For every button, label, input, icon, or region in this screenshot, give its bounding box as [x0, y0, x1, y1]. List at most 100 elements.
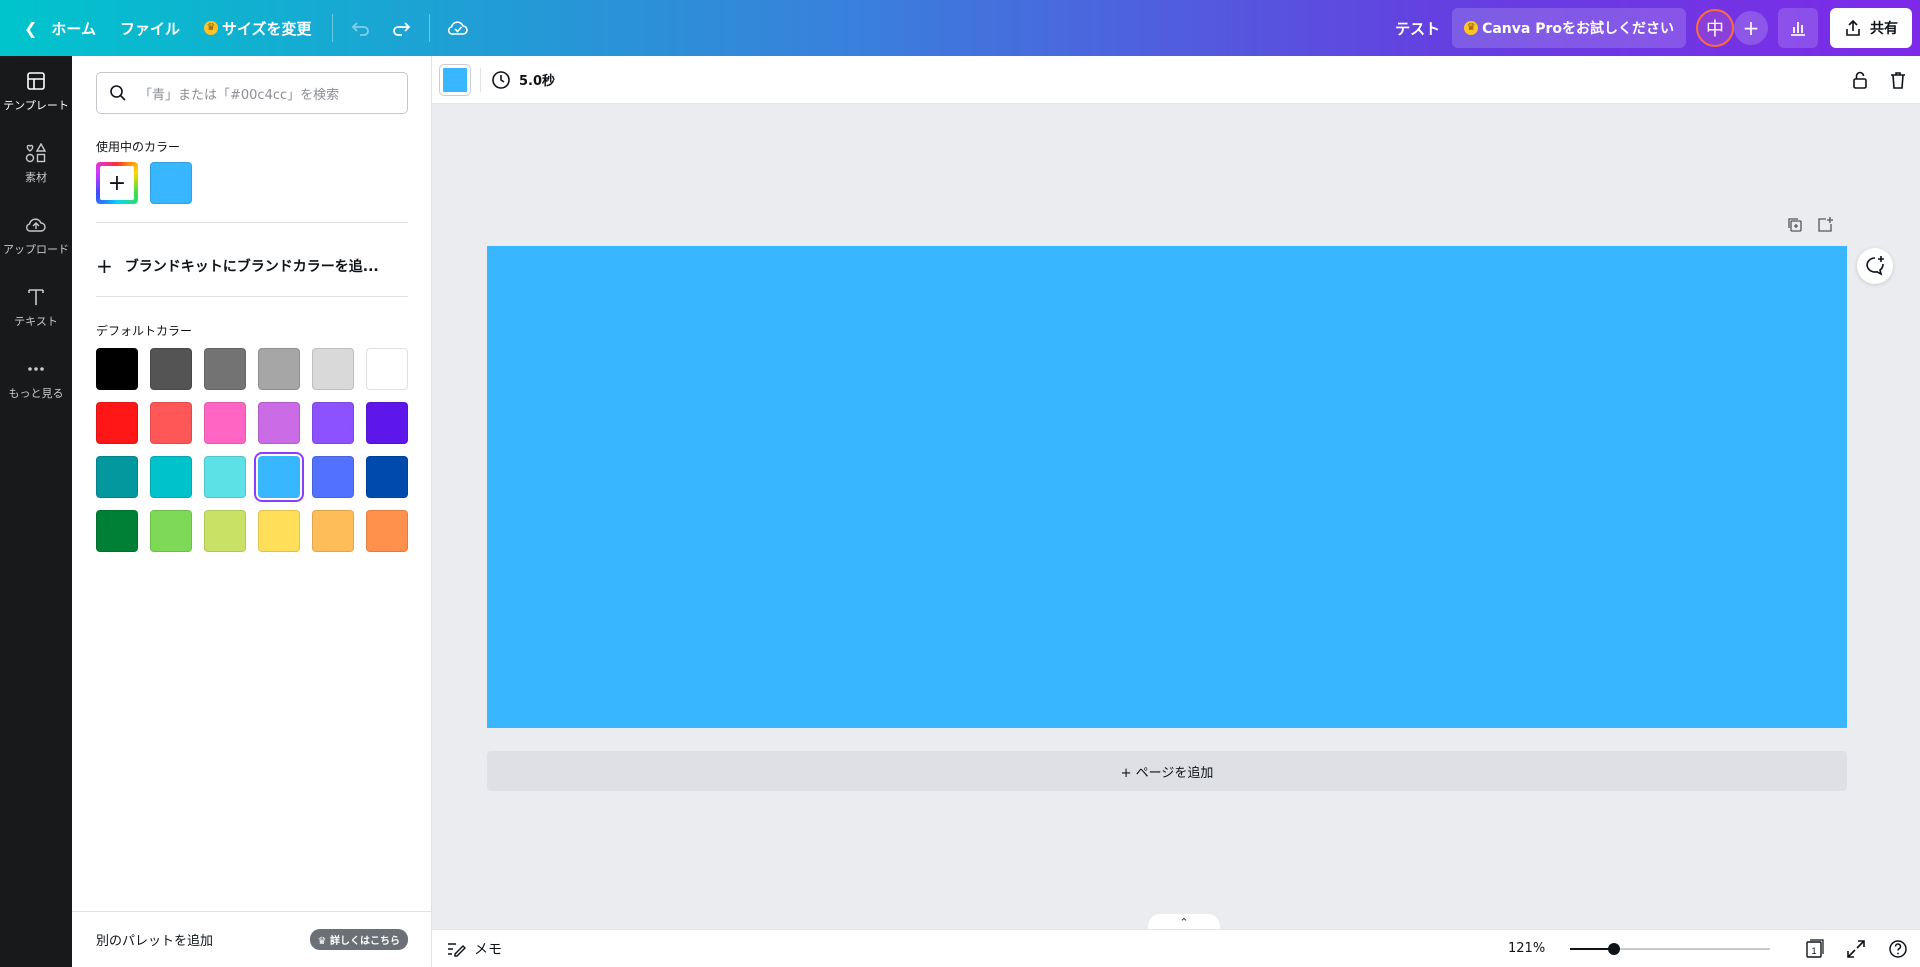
home-button[interactable]: ❮ ホーム [12, 8, 108, 48]
add-color-button[interactable]: + [96, 162, 138, 204]
template-icon [27, 72, 45, 90]
add-page-label: + ページを追加 [1120, 765, 1214, 781]
help-icon [1889, 940, 1907, 958]
color-swatch[interactable] [150, 348, 192, 390]
color-swatch[interactable] [366, 456, 408, 498]
duration-button[interactable]: 5.0秒 [491, 70, 555, 90]
comment-button[interactable] [1857, 248, 1893, 284]
rail-label: テキスト [14, 315, 58, 328]
file-menu-button[interactable]: ファイル [108, 8, 192, 48]
zoom-slider-handle[interactable] [1608, 943, 1620, 955]
expand-pages-button[interactable]: ⌃ [1148, 914, 1220, 930]
project-name-button[interactable]: テスト [1383, 8, 1452, 48]
invite-button[interactable]: + [1734, 11, 1768, 45]
zoom-level[interactable]: 121% [1508, 941, 1545, 956]
in-use-swatch[interactable] [150, 162, 192, 204]
resize-button[interactable]: ♛ サイズを変更 [192, 8, 324, 48]
rail-item-templates[interactable]: テンプレート [0, 56, 72, 128]
redo-button[interactable] [381, 8, 421, 48]
color-swatch[interactable] [150, 510, 192, 552]
duration-label: 5.0秒 [519, 74, 556, 89]
color-swatch[interactable] [204, 456, 246, 498]
color-swatch[interactable] [258, 456, 300, 498]
rail-item-text[interactable]: テキスト [0, 272, 72, 344]
color-swatch[interactable] [96, 510, 138, 552]
more-icon [28, 367, 44, 371]
fullscreen-button[interactable] [1842, 934, 1870, 964]
brandkit-label: ブランドキットにブランドカラーを追... [124, 259, 379, 275]
top-bar: ❮ ホーム ファイル ♛ サイズを変更 テスト ♛ Canva Proをお試しく… [0, 0, 1920, 56]
color-swatch[interactable] [366, 402, 408, 444]
color-swatch[interactable] [96, 456, 138, 498]
add-brand-colors-button[interactable]: + ブランドキットにブランドカラーを追... [96, 246, 379, 286]
rail-item-uploads[interactable]: アップロード [0, 200, 72, 272]
resize-label: サイズを変更 [221, 19, 312, 38]
plus-icon: + [1742, 16, 1760, 40]
color-swatch[interactable] [150, 456, 192, 498]
add-page-icon-button[interactable] [1816, 216, 1834, 238]
plus-icon: + [100, 166, 134, 200]
current-color-button[interactable] [440, 64, 470, 95]
divider [96, 296, 408, 297]
delete-button[interactable] [1884, 64, 1912, 96]
color-swatch[interactable] [204, 510, 246, 552]
divider [480, 67, 481, 92]
zoom-slider[interactable] [1570, 943, 1770, 955]
rail-item-elements[interactable]: 素材 [0, 128, 72, 200]
color-search-input[interactable]: 「青」または「#00c4cc」を検索 [96, 72, 408, 114]
home-label: ホーム [51, 19, 96, 38]
duplicate-page-button[interactable] [1786, 216, 1804, 238]
plus-icon: + [96, 254, 113, 278]
add-page-button[interactable]: + ページを追加 [487, 751, 1847, 791]
file-label: ファイル [119, 19, 180, 38]
clock-icon [492, 70, 510, 89]
color-swatch[interactable] [312, 348, 354, 390]
try-pro-button[interactable]: ♛ Canva Proをお試しください [1452, 8, 1686, 48]
bottom-bar: メモ 121% 1 [432, 929, 1920, 967]
color-swatch[interactable] [258, 510, 300, 552]
expand-icon [1847, 940, 1865, 958]
color-swatch[interactable] [150, 402, 192, 444]
color-swatch[interactable] [366, 348, 408, 390]
help-button[interactable] [1884, 934, 1912, 964]
design-page[interactable] [487, 246, 1847, 728]
color-swatch[interactable] [258, 348, 300, 390]
notes-button[interactable]: メモ [446, 939, 502, 959]
avatar-initial: 中 [1706, 19, 1724, 40]
learn-more-badge[interactable]: ♛ 詳しくはこちら [309, 929, 408, 950]
color-swatch[interactable] [312, 402, 354, 444]
rail-label: アップロード [3, 243, 69, 256]
divider [96, 222, 408, 223]
color-swatch[interactable] [366, 510, 408, 552]
bottom-actions: 1 [1800, 934, 1912, 964]
color-swatch[interactable] [312, 456, 354, 498]
page-tools [1786, 216, 1834, 238]
page-count: 1 [1811, 946, 1816, 956]
color-swatch[interactable] [96, 402, 138, 444]
avatar[interactable]: 中 [1696, 9, 1734, 47]
learn-more-label: 詳しくはこちら [330, 936, 400, 947]
pages-button[interactable]: 1 [1800, 934, 1828, 964]
bar-chart-icon [1791, 22, 1805, 36]
elements-icon [25, 143, 47, 163]
share-label: 共有 [1870, 21, 1898, 37]
insights-button[interactable] [1778, 8, 1818, 48]
color-swatch[interactable] [204, 402, 246, 444]
divider [428, 14, 430, 42]
color-swatch[interactable] [312, 510, 354, 552]
left-rail: テンプレート 素材 アップロード テキスト もっと見る [0, 56, 72, 967]
color-swatch[interactable] [96, 348, 138, 390]
color-swatch[interactable] [204, 348, 246, 390]
undo-button[interactable] [341, 8, 381, 48]
color-swatch[interactable] [258, 402, 300, 444]
share-button[interactable]: 共有 [1830, 8, 1912, 48]
duplicate-icon [1788, 218, 1802, 232]
crown-icon: ♛ [1464, 21, 1479, 35]
pro-label: Canva Proをお試しください [1482, 21, 1674, 37]
trash-icon [1891, 72, 1905, 89]
add-page-icon [1818, 217, 1833, 232]
save-status-button[interactable] [438, 8, 478, 48]
rail-item-more[interactable]: もっと見る [0, 344, 72, 416]
lock-button[interactable] [1846, 64, 1874, 96]
divider [331, 14, 333, 42]
